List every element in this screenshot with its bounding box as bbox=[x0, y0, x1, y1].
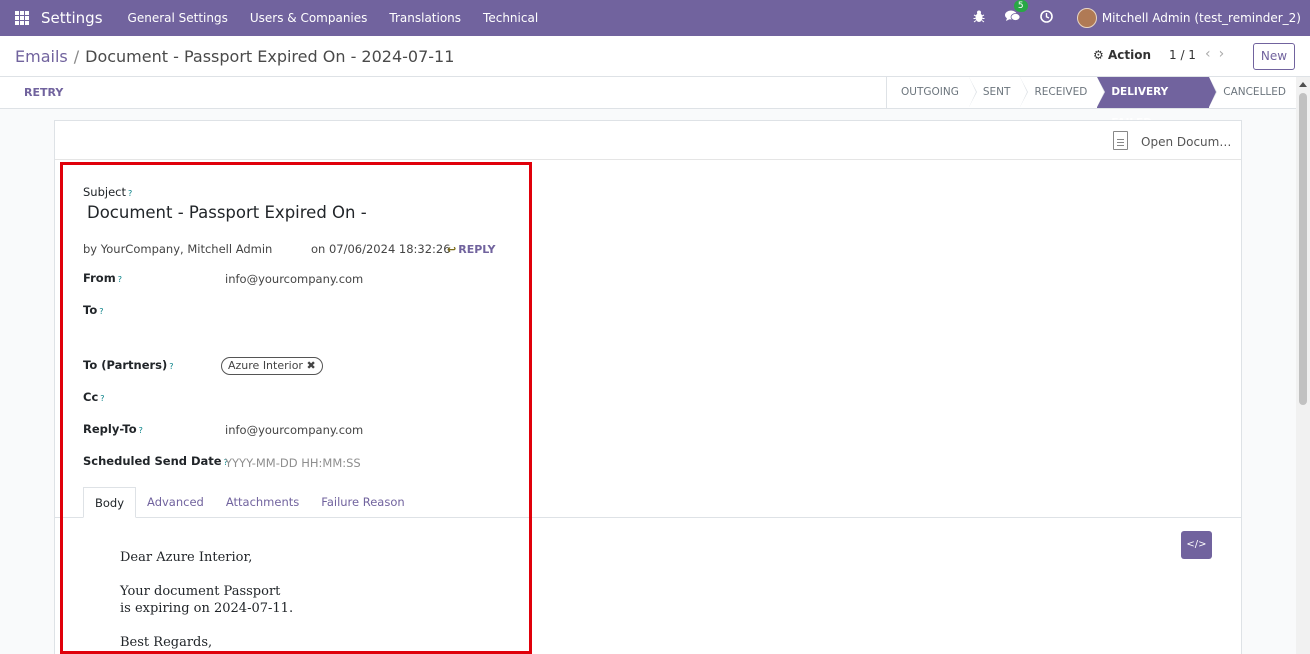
code-icon: </> bbox=[1186, 539, 1207, 550]
from-label: From? bbox=[83, 271, 122, 285]
pager-arrows: ‹› bbox=[1205, 46, 1232, 62]
reply-icon: ↩ bbox=[447, 243, 457, 256]
scrollbar-thumb[interactable] bbox=[1299, 93, 1307, 405]
tooltip-icon[interactable]: ? bbox=[169, 362, 173, 371]
scheduled-date-field[interactable]: YYYY-MM-DD HH:MM:SS bbox=[225, 456, 361, 470]
menu-translations[interactable]: Translations bbox=[389, 11, 461, 25]
top-navbar: Settings General Settings Users & Compan… bbox=[0, 0, 1310, 36]
from-field[interactable]: info@yourcompany.com bbox=[225, 272, 363, 286]
apps-grid-icon[interactable] bbox=[15, 11, 29, 25]
gear-icon: ⚙ bbox=[1093, 48, 1104, 62]
stage-outgoing[interactable]: OUTGOING bbox=[887, 77, 977, 108]
subject-value[interactable]: Document - Passport Expired On - bbox=[87, 203, 367, 222]
chevron-right-icon[interactable]: › bbox=[1219, 46, 1233, 62]
tooltip-icon[interactable]: ? bbox=[118, 275, 122, 284]
stage-received[interactable]: RECEIVED bbox=[1020, 77, 1106, 108]
stage-delivery-failed[interactable]: DELIVERY FAILED bbox=[1097, 77, 1218, 129]
body-line-2: is expiring on 2024-07-11. bbox=[120, 601, 294, 616]
tooltip-icon[interactable]: ? bbox=[139, 426, 143, 435]
breadcrumb-emails[interactable]: Emails bbox=[15, 47, 68, 66]
pager-value[interactable]: 1 / 1 bbox=[1169, 48, 1196, 62]
user-avatar[interactable] bbox=[1076, 8, 1097, 28]
menu-users-companies[interactable]: Users & Companies bbox=[250, 11, 368, 25]
body-line-1: Your document Passport bbox=[120, 584, 281, 599]
messages-badge: 5 bbox=[1013, 0, 1028, 12]
app-brand[interactable]: Settings bbox=[41, 9, 103, 27]
reply-to-label: Reply-To? bbox=[83, 422, 143, 436]
body-greeting: Dear Azure Interior, bbox=[120, 550, 253, 565]
menu-general-settings[interactable]: General Settings bbox=[128, 11, 228, 25]
tab-advanced[interactable]: Advanced bbox=[136, 487, 215, 518]
user-menu[interactable]: Mitchell Admin (test_reminder_2) bbox=[1102, 11, 1301, 25]
chevron-left-icon[interactable]: ‹ bbox=[1205, 46, 1219, 62]
breadcrumb-separator: / bbox=[73, 47, 80, 66]
action-button[interactable]: ⚙ Action bbox=[1093, 48, 1151, 62]
retry-button[interactable]: RETRY bbox=[24, 86, 63, 99]
status-bar: RETRY OUTGOING SENT RECEIVED DELIVERY FA… bbox=[0, 77, 1296, 129]
scroll-up-icon[interactable] bbox=[1299, 82, 1307, 87]
partner-tag[interactable]: Azure Interior ✖ bbox=[221, 357, 323, 375]
stage-cancelled[interactable]: CANCELLED bbox=[1209, 77, 1296, 108]
subject-label: Subject? bbox=[83, 185, 133, 199]
status-stages: OUTGOING SENT RECEIVED DELIVERY FAILED C… bbox=[886, 77, 1296, 129]
tab-failure-reason[interactable]: Failure Reason bbox=[310, 487, 415, 518]
to-label: To? bbox=[83, 303, 104, 317]
tooltip-icon[interactable]: ? bbox=[128, 189, 132, 198]
tooltip-icon[interactable]: ? bbox=[100, 394, 104, 403]
menu-technical[interactable]: Technical bbox=[483, 11, 538, 25]
body-closing: Best Regards, bbox=[120, 635, 213, 650]
date-line: on 07/06/2024 18:32:26 bbox=[311, 242, 451, 256]
notebook-tabs: Body Advanced Attachments Failure Reason bbox=[83, 487, 416, 518]
to-partners-label: To (Partners)? bbox=[83, 358, 174, 372]
cc-label: Cc? bbox=[83, 390, 105, 404]
author-line: by YourCompany, Mitchell Admin bbox=[83, 242, 273, 256]
breadcrumb-current: Document - Passport Expired On - 2024-07… bbox=[85, 47, 455, 66]
reply-to-field[interactable]: info@yourcompany.com bbox=[225, 423, 363, 437]
open-document-button[interactable]: Open Docum… bbox=[1141, 135, 1231, 149]
breadcrumb: Emails / Document - Passport Expired On - … bbox=[15, 47, 454, 66]
reply-button[interactable]: ↩ REPLY bbox=[447, 243, 496, 256]
chat-icon[interactable]: 5 bbox=[1004, 0, 1028, 26]
tab-attachments[interactable]: Attachments bbox=[215, 487, 310, 518]
document-icon[interactable] bbox=[1113, 131, 1128, 150]
tooltip-icon[interactable]: ? bbox=[99, 307, 103, 316]
clock-icon[interactable] bbox=[1040, 9, 1053, 27]
control-panel: Emails / Document - Passport Expired On - … bbox=[0, 36, 1310, 77]
scheduled-date-label: Scheduled Send Date? bbox=[83, 454, 228, 468]
action-label: Action bbox=[1107, 48, 1151, 62]
tab-body[interactable]: Body bbox=[83, 487, 137, 518]
partner-tag-label: Azure Interior bbox=[228, 359, 303, 372]
form-sheet: Open Docum… Subject? Document - Passport… bbox=[54, 120, 1242, 654]
bug-icon[interactable] bbox=[973, 10, 985, 27]
button-box: Open Docum… bbox=[55, 121, 1241, 160]
page-scrollbar[interactable] bbox=[1296, 77, 1310, 654]
code-view-button[interactable]: </> bbox=[1181, 531, 1212, 559]
email-body[interactable]: Dear Azure Interior, Your document Passp… bbox=[120, 549, 293, 654]
remove-tag-icon[interactable]: ✖ bbox=[306, 359, 315, 372]
new-button[interactable]: New bbox=[1253, 43, 1295, 70]
reply-label: REPLY bbox=[458, 243, 496, 256]
